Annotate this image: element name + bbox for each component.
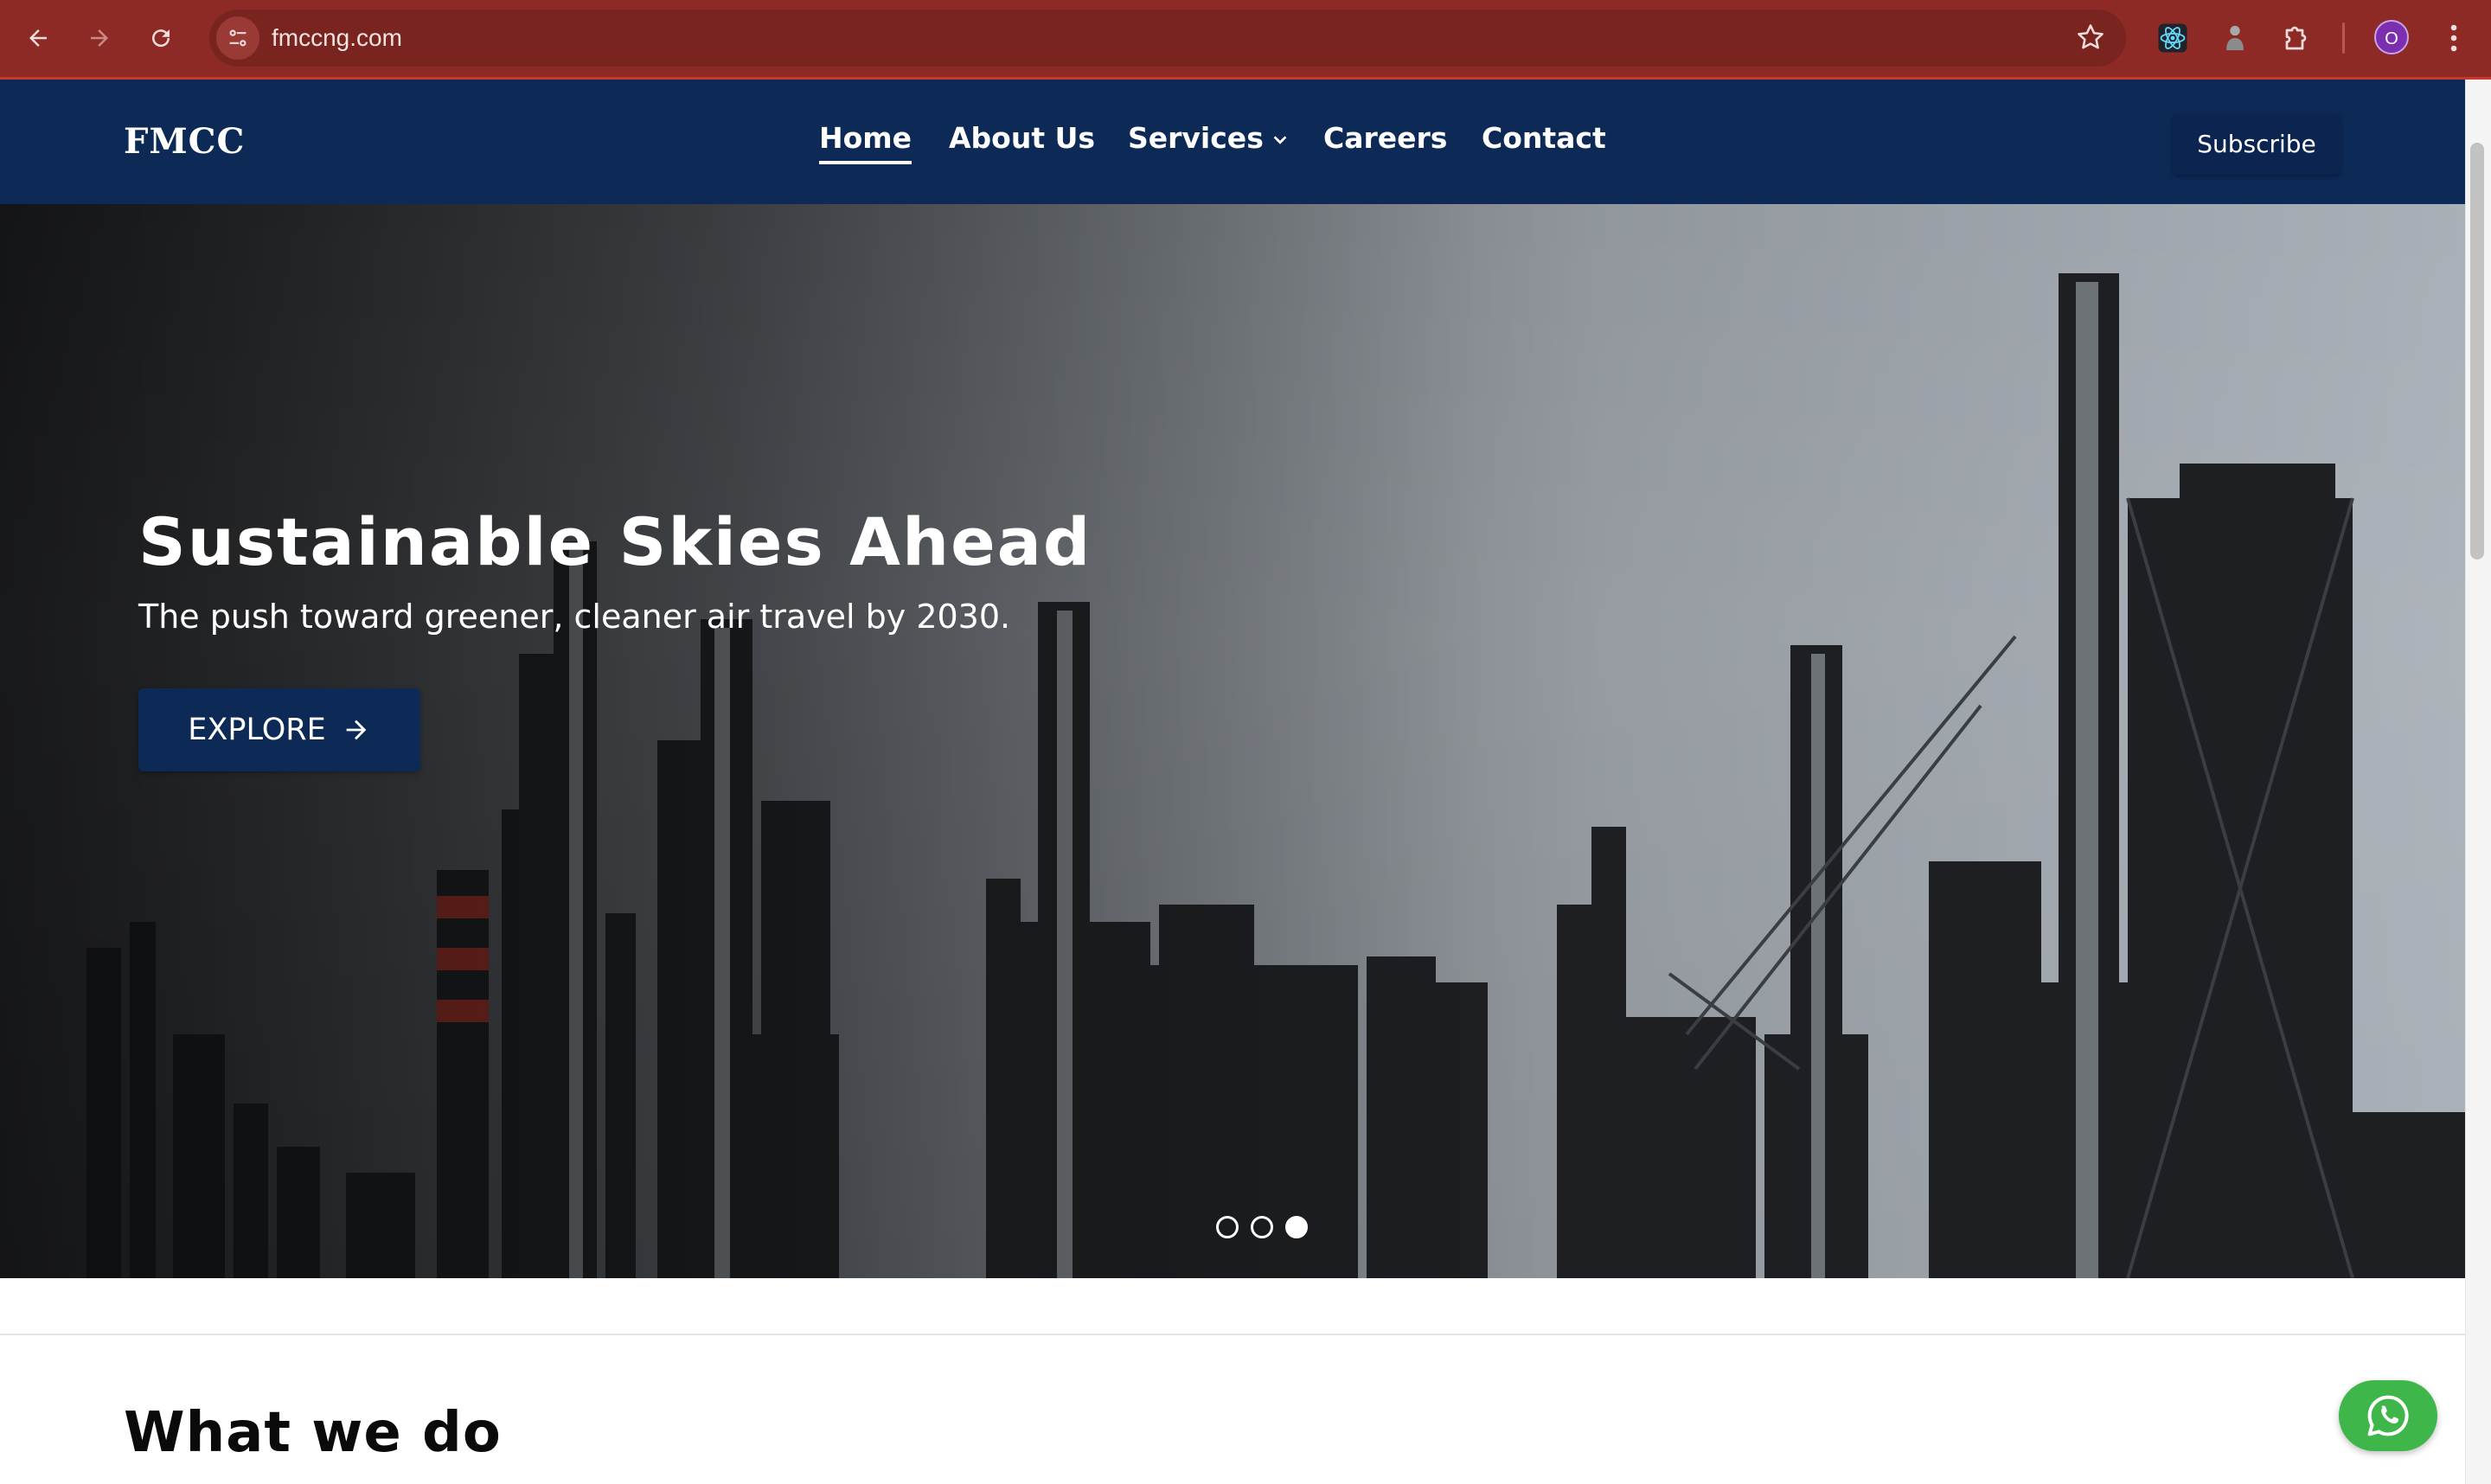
extension-button[interactable] <box>2214 17 2256 59</box>
whatsapp-chat-button[interactable] <box>2339 1380 2437 1451</box>
chevron-down-icon <box>1273 135 1287 144</box>
section-divider <box>0 1334 2465 1335</box>
nav-about-us[interactable]: About Us <box>949 119 1095 157</box>
hero-title: Sustainable Skies Ahead <box>138 503 1092 580</box>
subscribe-button[interactable]: Subscribe <box>2173 114 2341 175</box>
carousel-dot-2[interactable] <box>1251 1216 1273 1238</box>
bookmark-button[interactable] <box>2074 21 2107 57</box>
browser-toolbar: fmccng.com O <box>0 0 2491 80</box>
more-menu-button[interactable] <box>2433 17 2475 59</box>
forward-icon <box>91 29 108 47</box>
arrow-right-icon <box>346 720 367 740</box>
nav-home[interactable]: Home <box>819 119 913 164</box>
reload-button[interactable] <box>138 16 183 61</box>
more-menu-icon <box>2450 24 2457 52</box>
reload-icon <box>152 29 170 48</box>
nav-contact[interactable]: Contact <box>1482 119 1606 157</box>
extension-icon <box>2226 25 2244 51</box>
site-info-button[interactable] <box>216 16 259 60</box>
forward-button[interactable] <box>77 16 122 61</box>
nav-services[interactable]: Services <box>1128 119 1290 157</box>
url-text[interactable]: fmccng.com <box>272 22 402 54</box>
site-header: FMCC Home About Us Services Careers Cont… <box>0 80 2465 204</box>
extensions-menu-button[interactable] <box>2276 17 2318 59</box>
explore-label: EXPLORE <box>188 713 326 747</box>
section-title: What we do <box>124 1401 502 1465</box>
site-info-icon <box>229 29 247 47</box>
carousel-dot-1[interactable] <box>1216 1216 1239 1238</box>
react-devtools-extension[interactable] <box>2152 17 2193 59</box>
hero-carousel: Sustainable Skies Ahead The push toward … <box>0 204 2465 1278</box>
carousel-dot-3[interactable] <box>1285 1216 1308 1238</box>
profile-avatar[interactable]: O <box>2374 20 2409 54</box>
address-bar[interactable]: fmccng.com <box>209 10 2126 67</box>
back-icon <box>29 29 47 47</box>
back-button[interactable] <box>16 16 61 61</box>
react-devtools-icon <box>2158 23 2187 53</box>
bookmark-star-icon <box>2078 24 2104 49</box>
hero-subtitle: The push toward greener, cleaner air tra… <box>138 598 1011 636</box>
nav-careers[interactable]: Careers <box>1323 119 1447 157</box>
nav-services-label: Services <box>1128 121 1264 155</box>
whatsapp-icon <box>2367 1395 2409 1436</box>
toolbar-divider <box>2342 22 2345 54</box>
site-logo[interactable]: FMCC <box>124 121 245 162</box>
carousel-indicators <box>1216 1216 1308 1238</box>
scrollbar-thumb[interactable] <box>2470 143 2484 560</box>
puzzle-extensions-icon <box>2285 26 2307 50</box>
explore-button[interactable]: EXPLORE <box>138 688 420 771</box>
